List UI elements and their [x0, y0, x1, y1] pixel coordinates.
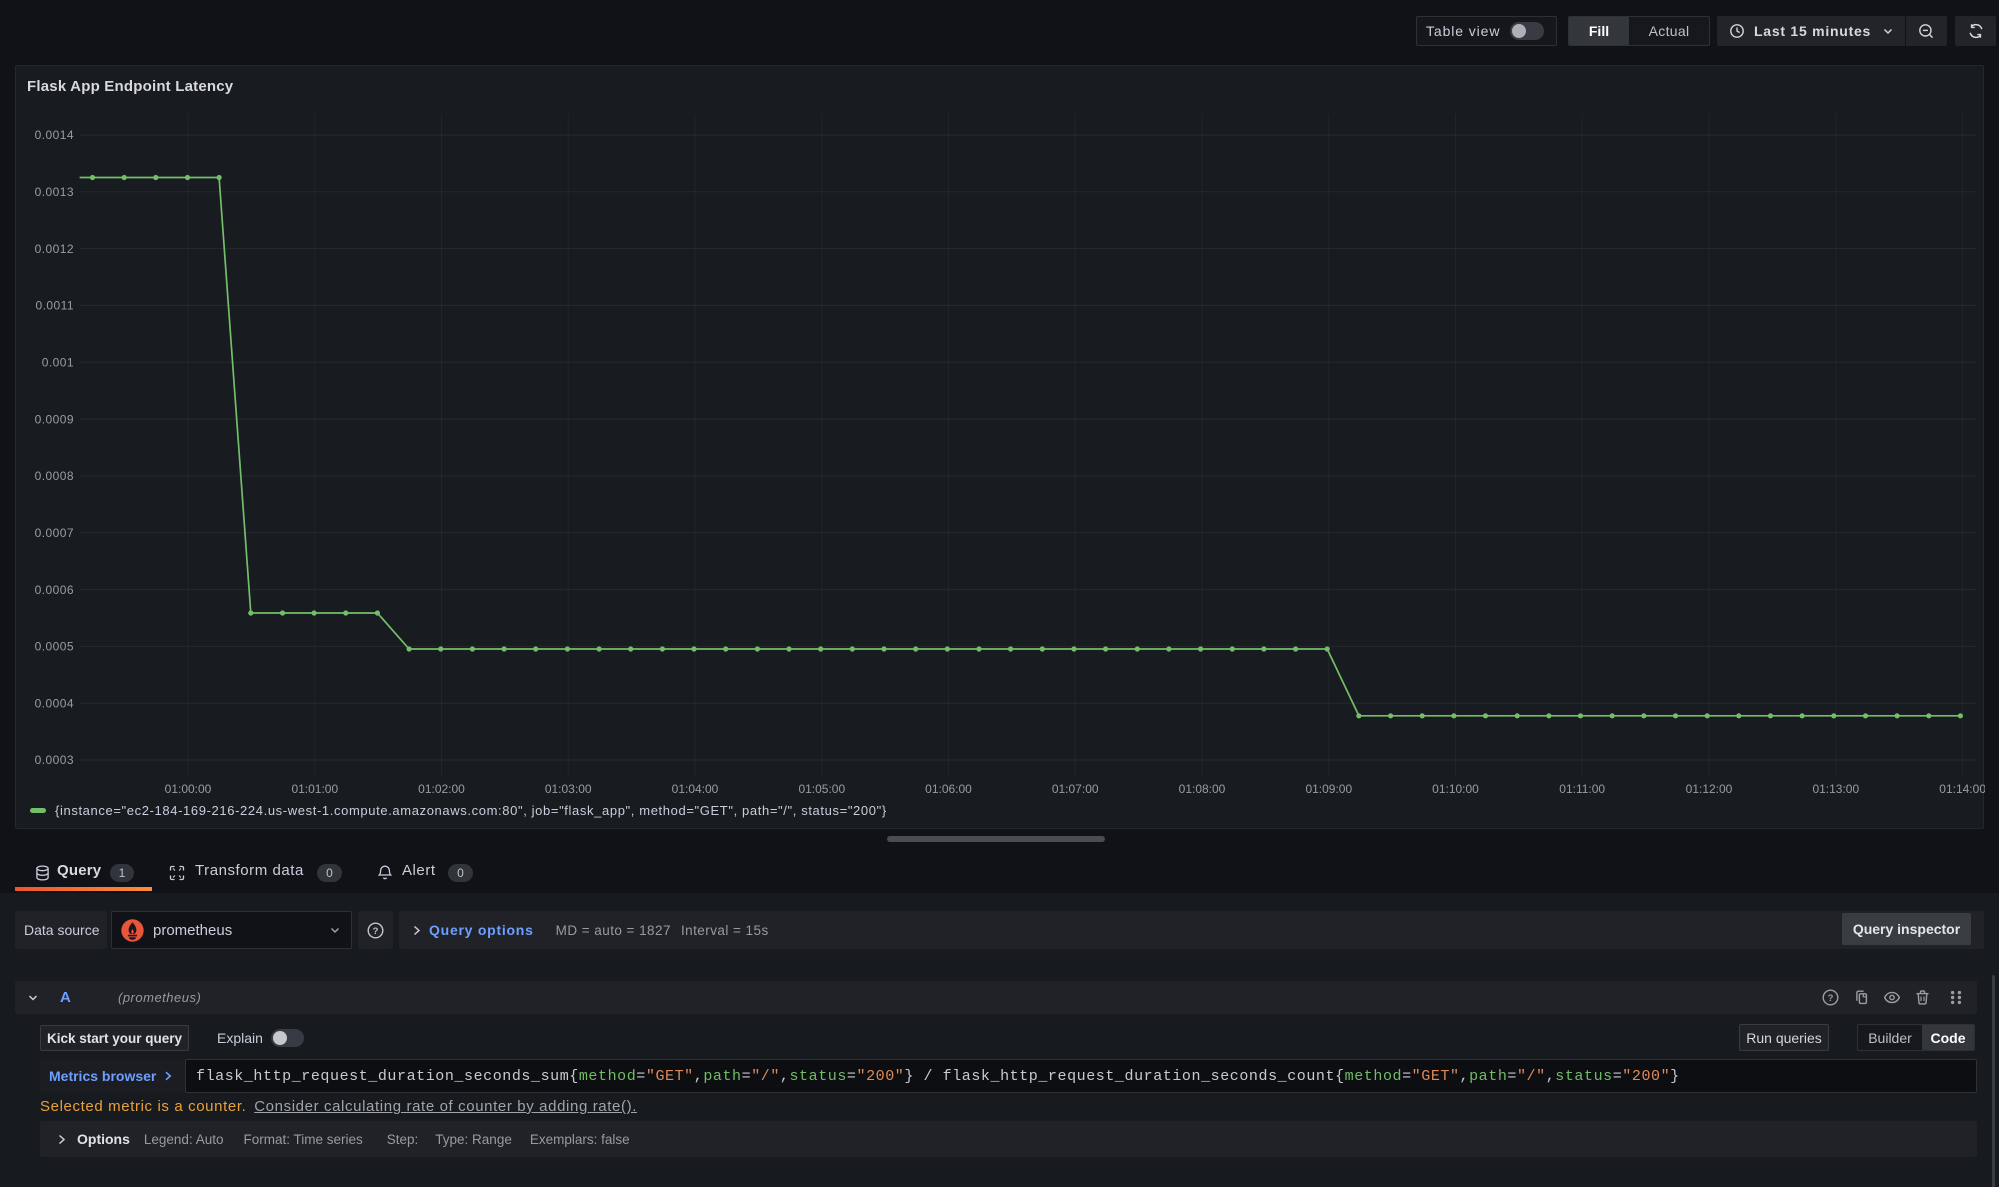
svg-text:0.0006: 0.0006 — [35, 583, 74, 597]
svg-text:01:01:00: 01:01:00 — [291, 782, 338, 796]
svg-text:01:10:00: 01:10:00 — [1432, 782, 1479, 796]
svg-text:01:09:00: 01:09:00 — [1305, 782, 1352, 796]
svg-text:?: ? — [1828, 993, 1834, 1004]
svg-text:0.0007: 0.0007 — [35, 526, 74, 540]
svg-text:0.0013: 0.0013 — [35, 185, 74, 199]
svg-text:01:08:00: 01:08:00 — [1179, 782, 1226, 796]
svg-text:0.0009: 0.0009 — [35, 412, 74, 426]
svg-text:01:14:00: 01:14:00 — [1939, 782, 1985, 796]
svg-text:01:13:00: 01:13:00 — [1812, 782, 1859, 796]
svg-text:0.0004: 0.0004 — [35, 696, 74, 710]
svg-text:01:12:00: 01:12:00 — [1686, 782, 1733, 796]
svg-text:01:07:00: 01:07:00 — [1052, 782, 1099, 796]
svg-text:01:00:00: 01:00:00 — [165, 782, 212, 796]
svg-text:0.0008: 0.0008 — [35, 469, 74, 483]
svg-text:?: ? — [373, 926, 379, 937]
svg-text:0.0011: 0.0011 — [35, 299, 74, 313]
svg-text:01:06:00: 01:06:00 — [925, 782, 972, 796]
svg-text:0.001: 0.001 — [42, 356, 74, 370]
svg-text:0.0012: 0.0012 — [35, 242, 74, 256]
svg-text:01:02:00: 01:02:00 — [418, 782, 465, 796]
svg-text:01:05:00: 01:05:00 — [798, 782, 845, 796]
svg-text:01:03:00: 01:03:00 — [545, 782, 592, 796]
svg-text:01:11:00: 01:11:00 — [1559, 782, 1605, 796]
svg-text:0.0003: 0.0003 — [35, 753, 74, 767]
svg-text:0.0005: 0.0005 — [35, 640, 74, 654]
svg-text:0.0014: 0.0014 — [35, 128, 74, 142]
svg-text:01:04:00: 01:04:00 — [672, 782, 719, 796]
